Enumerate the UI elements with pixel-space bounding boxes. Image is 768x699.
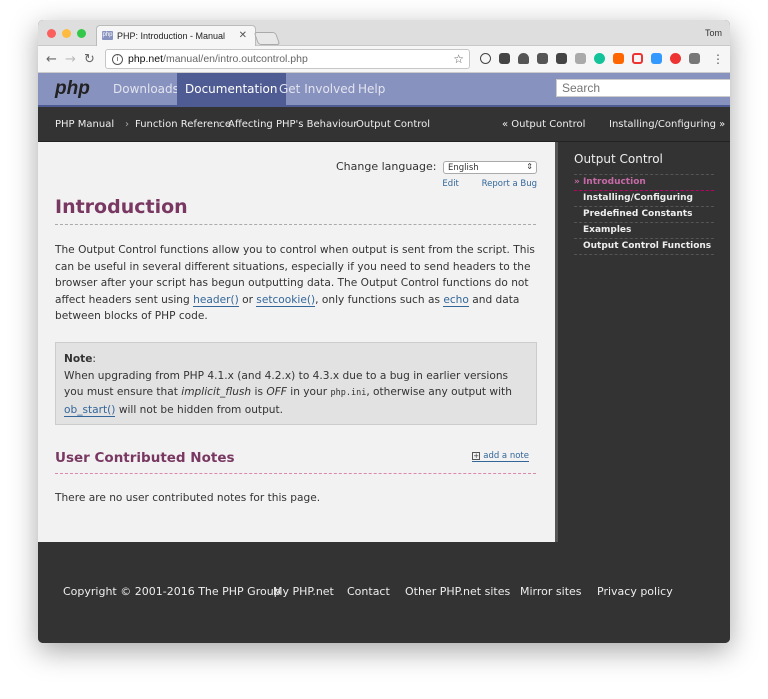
footer-copyright[interactable]: Copyright © 2001-2016 The PHP Group bbox=[63, 585, 281, 598]
url-path: /manual/en/intro.outcontrol.php bbox=[163, 53, 308, 65]
no-notes-text: There are no user contributed notes for … bbox=[55, 492, 321, 504]
url-host: php.net bbox=[128, 53, 164, 65]
select-arrows-icon: ⇕ bbox=[526, 161, 533, 171]
plus-box-icon: + bbox=[472, 452, 481, 460]
breadcrumb-affecting-behaviour[interactable]: Affecting PHP's Behaviour bbox=[228, 119, 357, 130]
sidebar-item-examples[interactable]: Examples bbox=[574, 223, 714, 239]
sidebar-title[interactable]: Output Control bbox=[574, 152, 663, 166]
footer: Copyright © 2001-2016 The PHP Group My P… bbox=[38, 542, 730, 643]
tab-bar: php PHP: Introduction - Manual ✕ Tom bbox=[38, 20, 730, 46]
next-page-link[interactable]: Installing/Configuring » bbox=[609, 119, 725, 130]
browser-tab[interactable]: php PHP: Introduction - Manual ✕ bbox=[96, 25, 256, 46]
extension-icon[interactable] bbox=[689, 53, 700, 64]
footer-my-php[interactable]: My PHP.net bbox=[273, 585, 334, 598]
footer-privacy[interactable]: Privacy policy bbox=[597, 585, 673, 598]
breadcrumb: PHP Manual › Function Reference › Affect… bbox=[38, 107, 730, 142]
language-value: English bbox=[448, 162, 479, 173]
tab-title: PHP: Introduction - Manual bbox=[117, 31, 226, 41]
address-toolbar: ← → ↻ i php.net/manual/en/intro.outcontr… bbox=[38, 46, 730, 73]
footer-contact[interactable]: Contact bbox=[347, 585, 390, 598]
page-title: Introduction bbox=[55, 196, 536, 225]
back-icon[interactable]: ← bbox=[46, 52, 57, 67]
header-link[interactable]: header() bbox=[193, 293, 239, 307]
pocket-extension-icon[interactable] bbox=[537, 53, 548, 64]
note-box: Note: When upgrading from PHP 4.1.x (and… bbox=[55, 342, 537, 425]
profile-name[interactable]: Tom bbox=[705, 28, 722, 38]
extension-icon[interactable] bbox=[613, 53, 624, 64]
search-input[interactable] bbox=[556, 79, 730, 97]
breadcrumb-output-control[interactable]: Output Control bbox=[356, 119, 430, 130]
maximize-window-button[interactable] bbox=[77, 29, 86, 38]
sidebar-item-installing[interactable]: Installing/Configuring bbox=[574, 191, 714, 207]
code-php-ini: php.ini bbox=[330, 388, 367, 398]
sidebar-list: » Introduction Installing/Configuring Pr… bbox=[574, 174, 714, 255]
extension-icon[interactable] bbox=[670, 53, 681, 64]
browser-window: php PHP: Introduction - Manual ✕ Tom ← →… bbox=[38, 20, 730, 643]
camera-extension-icon[interactable] bbox=[575, 53, 586, 64]
change-language-label: Change language: bbox=[335, 160, 437, 173]
minimize-window-button[interactable] bbox=[62, 29, 71, 38]
page-tools: Edit Report a Bug bbox=[422, 179, 537, 189]
breadcrumb-function-reference[interactable]: Function Reference bbox=[135, 119, 231, 130]
prev-page-link[interactable]: « Output Control bbox=[502, 119, 585, 130]
ob-start-link[interactable]: ob_start() bbox=[64, 403, 116, 417]
php-logo[interactable]: php bbox=[55, 78, 90, 100]
echo-link[interactable]: echo bbox=[443, 293, 469, 307]
footer-other-sites[interactable]: Other PHP.net sites bbox=[405, 585, 510, 598]
reload-icon[interactable]: ↻ bbox=[84, 52, 95, 67]
setcookie-link[interactable]: setcookie() bbox=[256, 293, 316, 307]
extension-icon[interactable] bbox=[480, 53, 491, 64]
php-favicon-icon: php bbox=[102, 31, 113, 40]
intro-paragraph: The Output Control functions allow you t… bbox=[55, 244, 535, 322]
extension-icon[interactable] bbox=[632, 53, 643, 64]
url-bar[interactable]: i php.net/manual/en/intro.outcontrol.php… bbox=[105, 49, 470, 69]
breadcrumb-php-manual[interactable]: PHP Manual bbox=[55, 119, 114, 130]
info-icon[interactable]: i bbox=[112, 54, 123, 65]
menu-documentation[interactable]: Documentation bbox=[177, 73, 286, 105]
breadcrumb-separator: › bbox=[346, 119, 350, 130]
sidebar-item-introduction[interactable]: » Introduction bbox=[574, 175, 714, 191]
sidebar-item-functions[interactable]: Output Control Functions bbox=[574, 239, 714, 255]
grammarly-extension-icon[interactable] bbox=[594, 53, 605, 64]
close-window-button[interactable] bbox=[47, 29, 56, 38]
menu-help[interactable]: Help bbox=[350, 73, 393, 105]
user-notes-title: User Contributed Notes bbox=[55, 450, 536, 474]
report-bug-link[interactable]: Report a Bug bbox=[482, 179, 537, 189]
menu-downloads[interactable]: Downloads bbox=[105, 73, 187, 105]
bookmark-star-icon[interactable]: ☆ bbox=[453, 52, 464, 66]
php-header: php Downloads Documentation Get Involved… bbox=[38, 73, 730, 107]
forward-icon[interactable]: → bbox=[65, 52, 76, 67]
breadcrumb-separator: › bbox=[125, 119, 129, 130]
close-tab-icon[interactable]: ✕ bbox=[239, 30, 247, 41]
change-language: Change language: English ⇕ bbox=[336, 160, 537, 174]
language-select[interactable]: English ⇕ bbox=[443, 160, 537, 174]
sidebar: Output Control » Introduction Installing… bbox=[555, 142, 730, 542]
footer-mirror-sites[interactable]: Mirror sites bbox=[520, 585, 582, 598]
note-label: Note bbox=[64, 353, 93, 365]
menu-kebab-icon[interactable]: ⋮ bbox=[712, 52, 724, 66]
new-tab-button[interactable] bbox=[253, 32, 281, 45]
extension-icon[interactable] bbox=[651, 53, 662, 64]
main-content: Change language: English ⇕ Edit Report a … bbox=[38, 142, 555, 542]
edit-link[interactable]: Edit bbox=[442, 179, 458, 189]
cloud-extension-icon[interactable] bbox=[518, 53, 529, 64]
evernote-extension-icon[interactable] bbox=[556, 53, 567, 64]
sidebar-item-constants[interactable]: Predefined Constants bbox=[574, 207, 714, 223]
extension-icon[interactable] bbox=[499, 53, 510, 64]
add-note-link[interactable]: + add a note bbox=[472, 451, 529, 462]
breadcrumb-separator: › bbox=[218, 119, 222, 130]
